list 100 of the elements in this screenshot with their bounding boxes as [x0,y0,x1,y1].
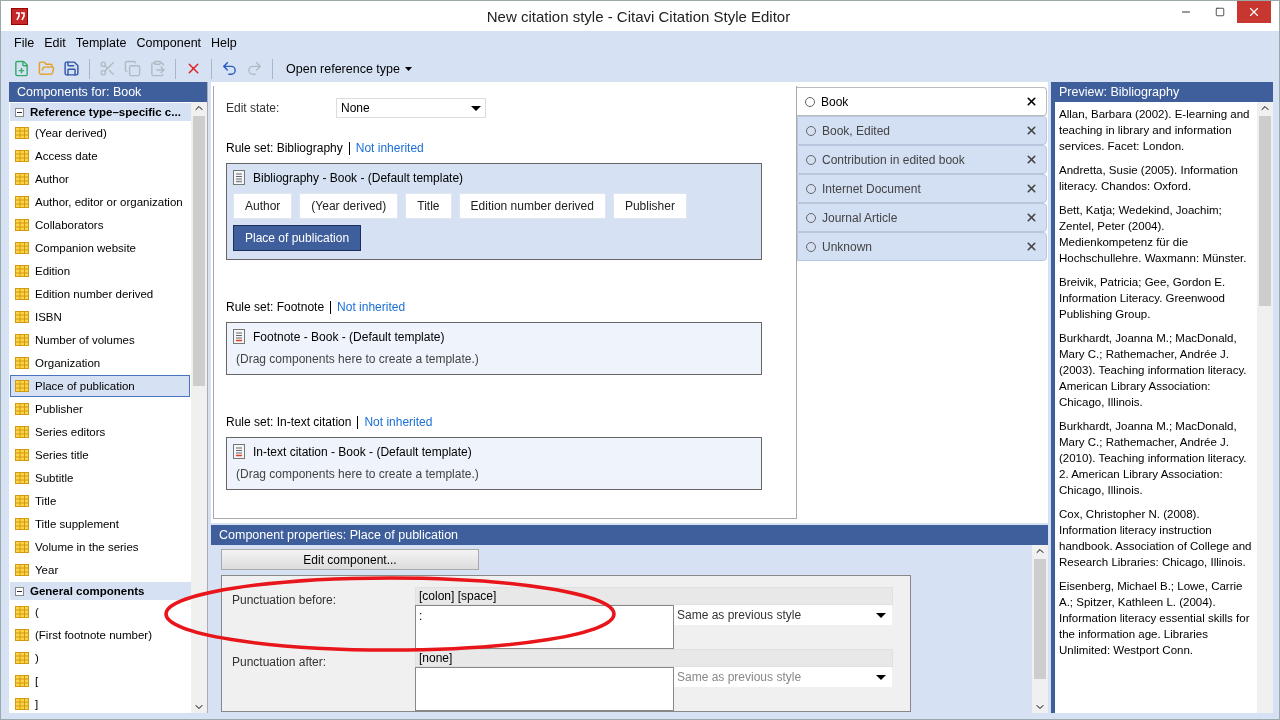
bibliography-entry: Andretta, Susie (2005). Information literacy. Chandos: Oxford. [1059,163,1239,194]
caret-icon [404,66,412,71]
table-icon [15,449,29,461]
component-list-item[interactable]: ( [10,601,190,623]
group-title: General components [30,585,145,597]
maximize-icon [1215,7,1225,17]
component-list-item[interactable]: Organization [10,352,190,374]
group-header[interactable]: Reference type–specific c... [10,103,191,121]
component-list-item[interactable]: (Year derived) [10,122,190,144]
component-chip[interactable]: Publisher [612,193,687,219]
scrollbar-thumb[interactable] [1259,116,1271,306]
component-list-item[interactable]: ) [10,647,190,669]
edit-state-dropdown[interactable]: None [336,98,486,118]
component-list-item[interactable]: Title supplement [10,513,190,535]
table-icon [15,357,29,369]
punctuation-input[interactable] [415,667,674,711]
bibliography-entry: Burkhardt, Joanna M.; MacDonald, Mary C.; Rathemacher, Andrée J. (2010). Teaching information literacy. 2. American Library Association: Chicago, Illinois. [1059,419,1248,498]
table-icon [15,541,29,553]
table-icon [15,629,29,641]
menu-item[interactable]: Component [131,34,207,52]
component-list-item[interactable]: Collaborators [10,214,190,236]
component-chip[interactable]: Title [405,193,452,219]
component-list-item[interactable]: Edition [10,260,190,282]
panel-header: Preview: Bibliography [1051,82,1273,102]
close-icon[interactable] [1025,95,1038,108]
component-list-item[interactable]: (First footnote number) [10,624,190,646]
table-icon [15,652,29,664]
save-icon[interactable] [61,58,82,79]
component-list-item[interactable]: Volume in the series [10,536,190,558]
reference-type-tab[interactable]: Internet Document [797,174,1047,203]
inheritance-link[interactable]: Not inherited [355,141,424,155]
table-icon [15,380,29,392]
table-icon [15,403,29,415]
menu-item[interactable]: File [9,34,40,52]
close-icon[interactable] [1025,182,1038,195]
table-icon [15,472,29,484]
edit-state-label: Edit state: [226,101,281,115]
table-icon [15,564,29,576]
component-list-item[interactable]: ISBN [10,306,190,328]
close-icon[interactable] [1025,124,1038,137]
component-list-item[interactable]: Subtitle [10,467,190,489]
close-icon[interactable] [1025,211,1038,224]
component-chip[interactable]: Place of publication [233,225,362,251]
collapse-icon[interactable] [15,107,24,117]
reference-type-tab[interactable]: Contribution in edited book [797,145,1047,174]
component-list-item[interactable]: Author [10,168,190,190]
table-icon [15,265,29,277]
app-logo-icon [11,7,28,25]
inheritance-link[interactable]: Not inherited [364,415,433,429]
window-title: New citation style - Citavi Citation Style Editor [485,7,792,25]
table-icon [15,518,29,530]
template-title: Footnote - Book - (Default template) [253,329,445,344]
component-chip[interactable]: Edition number derived [458,193,606,219]
punctuation-input[interactable]: : [415,605,674,649]
document-icon [233,444,245,459]
group-header[interactable]: General components [10,582,191,600]
collapse-icon[interactable] [15,586,24,596]
component-list-item[interactable]: [ [10,670,190,692]
menu-item[interactable]: Edit [39,34,71,52]
inheritance-link[interactable]: Not inherited [337,300,406,314]
template-panel[interactable]: Footnote - Book - (Default template) (Drag components here to create a template.) [226,322,762,375]
component-chip[interactable]: (Year derived) [299,193,399,219]
component-list-item[interactable]: Number of volumes [10,329,190,351]
bibliography-entry: Cox, Christopher N. (2008). Information literacy instruction handbook. Association of College and Research Libraries: Chicago, Illinois. [1059,507,1253,570]
component-list-item[interactable]: Series editors [10,421,190,443]
component-list-item[interactable]: Author, editor or organization [10,191,190,213]
component-list-item[interactable]: Place of publication [10,375,190,397]
bibliography-entry: Bett, Katja; Wedekind, Joachim; Zentel, Peter (2004). Medienkompetenz für die Hochschullehre. Waxmann: Münster. [1059,203,1248,266]
component-chip[interactable]: Author [233,193,293,219]
component-list-item[interactable]: Series title [10,444,190,466]
component-list-item[interactable]: ] [10,693,190,713]
component-list-item[interactable]: Edition number derived [10,283,190,305]
scrollbar-thumb[interactable] [1034,559,1046,679]
property-label: Punctuation after: [232,655,328,669]
scrollbar-thumb[interactable] [193,116,205,386]
close-icon[interactable] [1025,153,1038,166]
component-list-item[interactable]: Access date [10,145,190,167]
reference-type-tab[interactable]: Book [797,87,1047,116]
close-button[interactable] [1237,1,1271,23]
edit-component-button[interactable]: Edit component... [221,549,479,570]
menu-item[interactable]: Help [206,34,242,52]
template-panel[interactable]: Bibliography - Book - (Default template) Author (Year derived) Title Edition number derived Publisher Place of publication [226,163,762,260]
close-icon[interactable] [1025,240,1038,253]
component-list-item[interactable]: Year [10,559,190,581]
scrollbar[interactable] [191,102,207,713]
group-title: Reference type–specific c... [30,106,181,118]
scrollbar[interactable] [1257,102,1273,713]
open-reference-type-dropdown[interactable]: Open reference type [280,59,418,78]
component-list-item[interactable]: Title [10,490,190,512]
reference-type-tab[interactable]: Book, Edited [797,116,1047,145]
rule-set-title: Rule set: Footnote [226,300,325,314]
style-dropdown[interactable]: Same as previous style [674,605,892,625]
drop-hint: (Drag components here to create a template.) [235,467,480,481]
menu-item[interactable]: Template [70,34,132,52]
reference-type-tab[interactable]: Journal Article [797,203,1047,232]
component-list-item[interactable]: Publisher [10,398,190,420]
template-panel[interactable]: In-text citation - Book - (Default template) (Drag components here to create a template.) [226,437,762,490]
reference-type-tab[interactable]: Unknown [797,232,1047,261]
scrollbar[interactable] [1032,545,1048,713]
component-list-item[interactable]: Companion website [10,237,190,259]
